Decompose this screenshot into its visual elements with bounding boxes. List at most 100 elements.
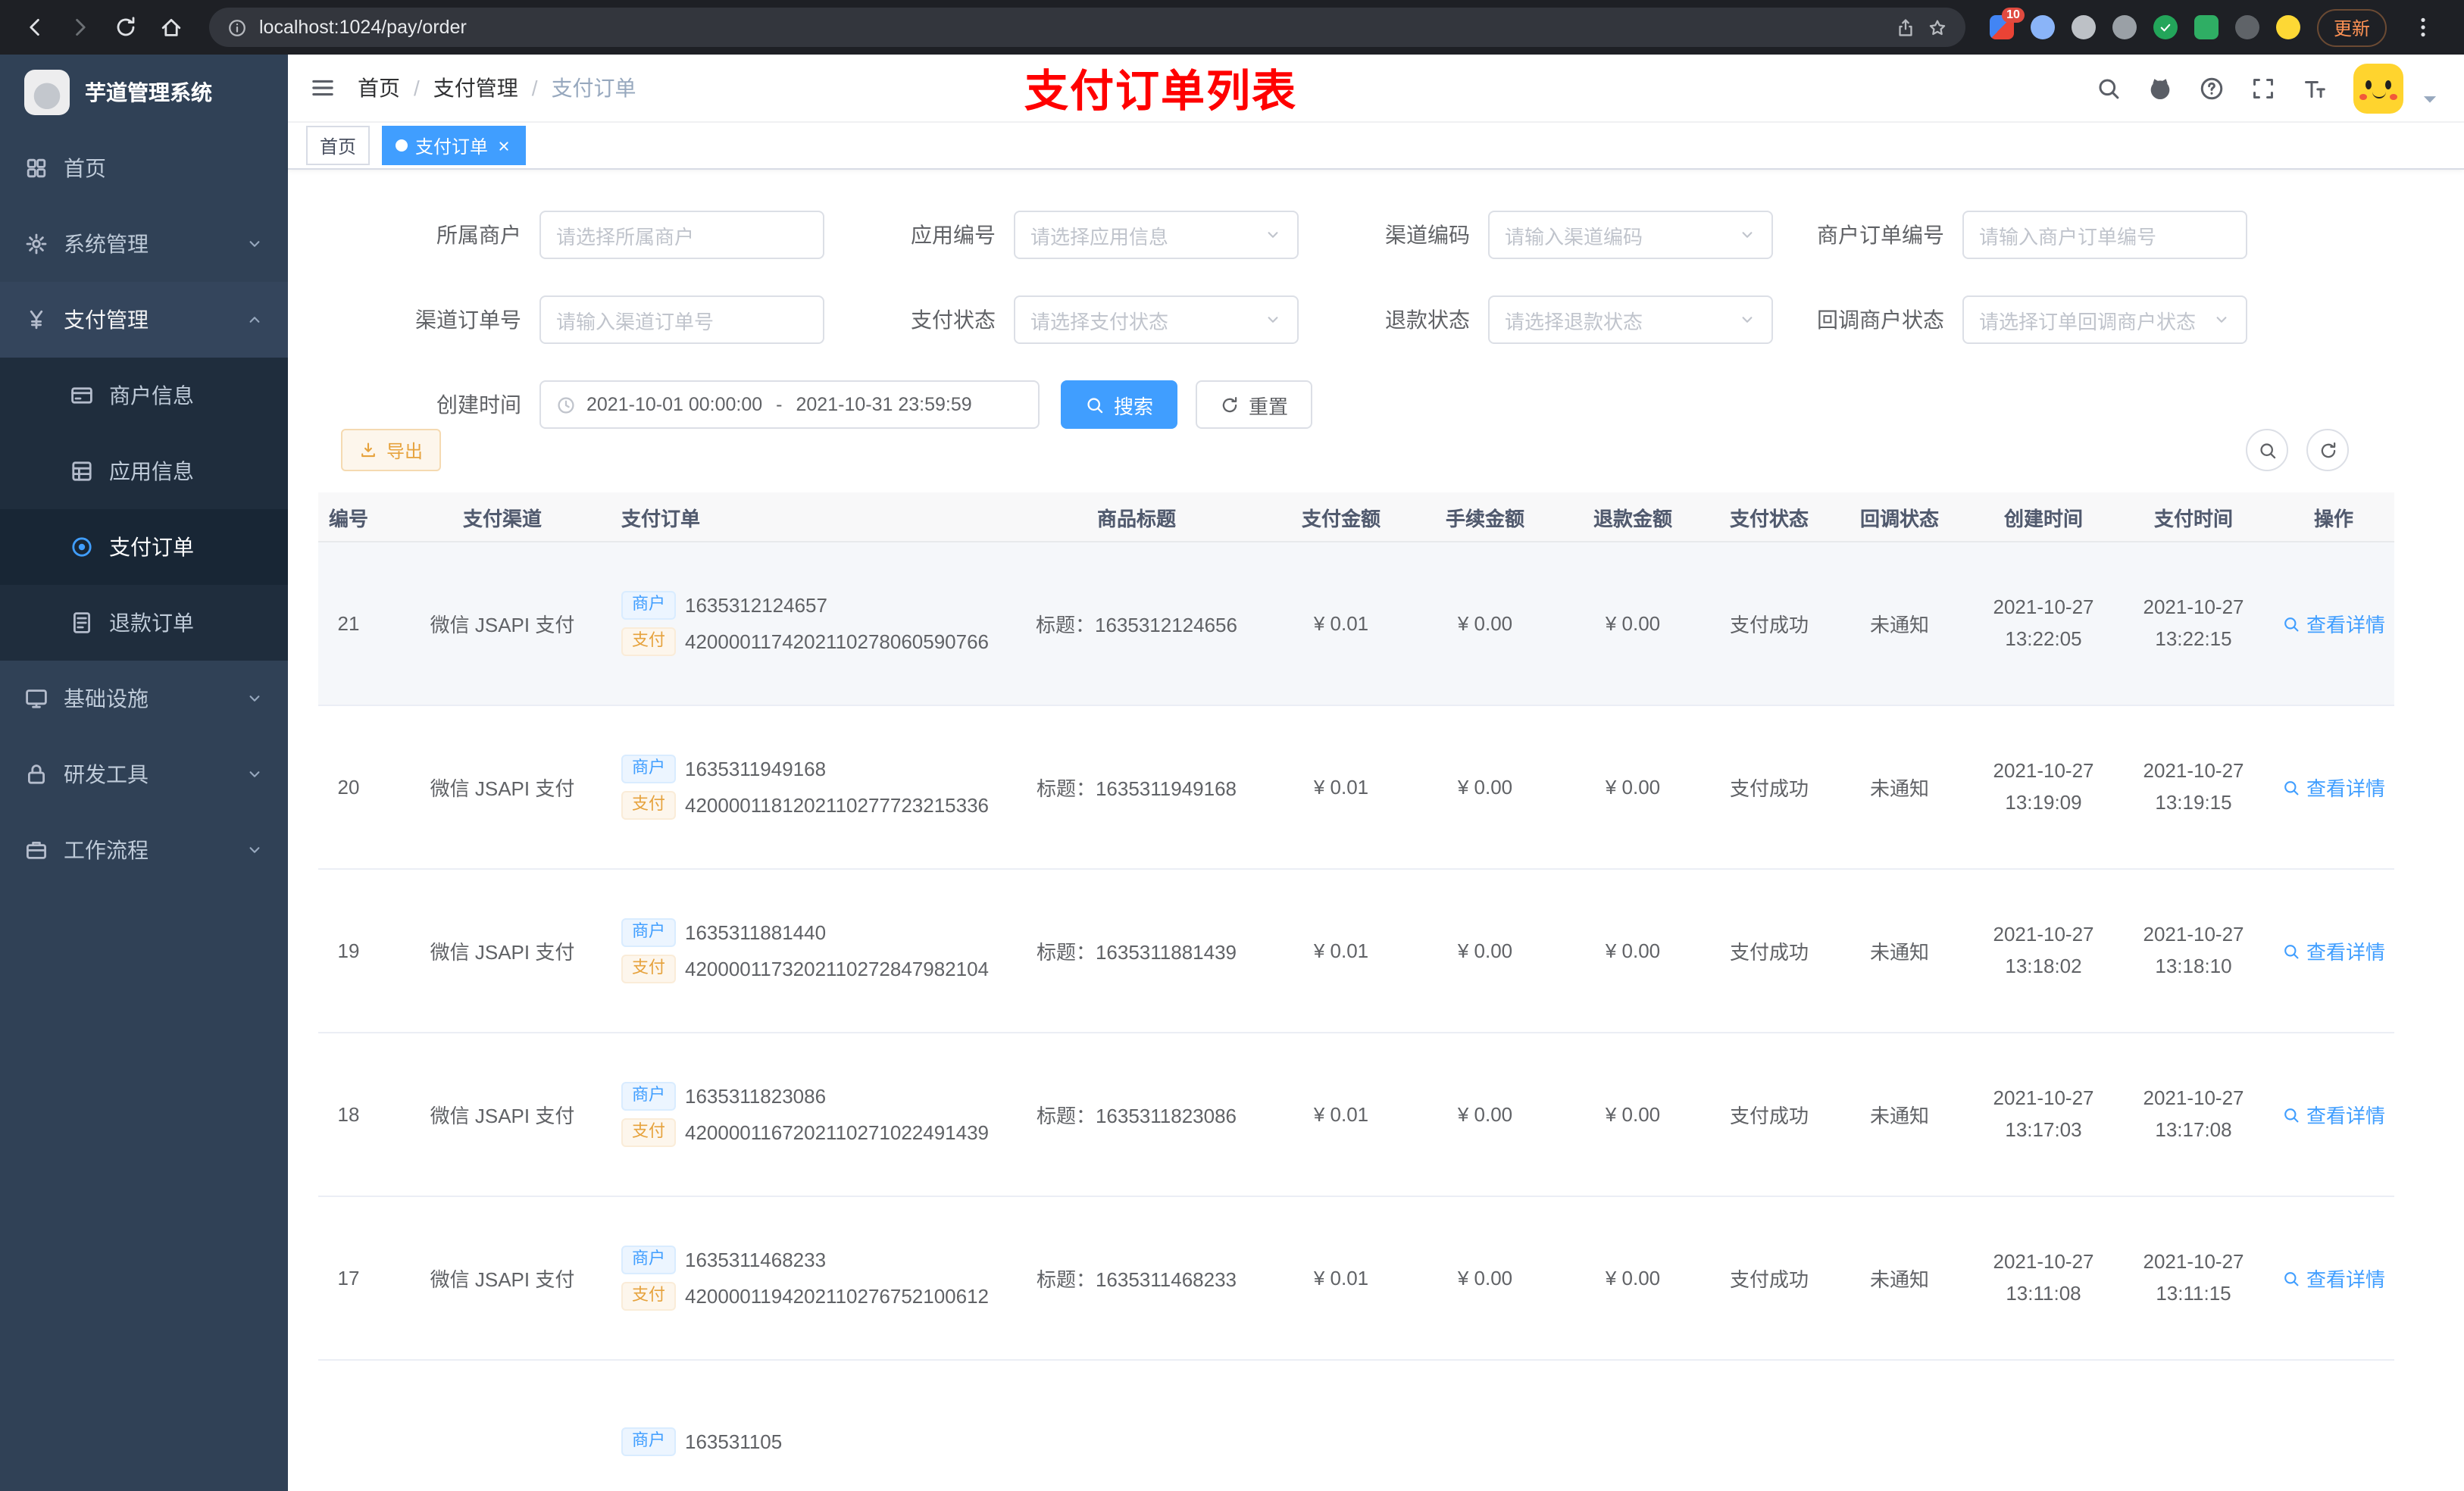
sidebar-subitem-refund-order[interactable]: 退款订单 <box>0 585 288 661</box>
chevron-up-icon <box>245 311 264 329</box>
filter-merchant: 所属商户 请选择所属商户 <box>370 211 824 259</box>
navbar: 首页 / 支付管理 / 支付订单 支付订单列表 <box>288 55 2464 123</box>
search-button[interactable]: 搜索 <box>1061 380 1178 429</box>
pay-status-select[interactable]: 请选择支付状态 <box>1014 295 1299 344</box>
refresh-table-button[interactable] <box>2306 429 2349 471</box>
extension-icon[interactable] <box>2071 15 2096 39</box>
cell-amount-text: ¥ 0.01 <box>1313 939 1369 962</box>
view-detail-link[interactable]: 查看详情 <box>2282 936 2385 965</box>
channel-order-no: 4200001173202110272847982104 <box>685 958 990 980</box>
extension-chat-icon[interactable] <box>2194 15 2219 39</box>
channel-order-line: 支付 4200001194202110276752100612 <box>621 1282 991 1311</box>
breadcrumb-item-0[interactable]: 首页 <box>358 73 400 103</box>
sidebar-item-dev-tools[interactable]: 研发工具 <box>0 736 288 812</box>
merchant-order-no: 1635311468233 <box>685 1249 827 1271</box>
search-icon <box>2282 942 2300 960</box>
sidebar-subitem-app-info[interactable]: 应用信息 <box>0 433 288 509</box>
app-window: 芋道管理系统 首页 系统管理 支付管理 商户信息 应用信息 支付订单 退款订单 基础设施 研发工… <box>0 55 2464 1491</box>
cell-channel-text: 微信 JSAPI 支付 <box>430 614 575 636</box>
browser-forward-button[interactable] <box>61 8 100 47</box>
cell-notify-text: 未通知 <box>1869 777 1929 800</box>
sidebar-item-system[interactable]: 系统管理 <box>0 206 288 282</box>
browser-home-button[interactable] <box>152 8 191 47</box>
close-icon[interactable] <box>496 137 512 154</box>
notify-status-select[interactable]: 请选择订单回调商户状态 <box>1962 295 2247 344</box>
export-button[interactable]: 导出 <box>341 429 442 471</box>
bookmark-star-icon[interactable] <box>1928 17 1947 37</box>
cell-fee <box>1409 1360 1561 1491</box>
extension-check-icon[interactable] <box>2153 15 2178 39</box>
column-header-7: 支付状态 <box>1705 492 1834 542</box>
avatar-caret-icon[interactable] <box>2417 86 2443 111</box>
font-size-icon[interactable] <box>2302 75 2328 101</box>
sidebar-item-workflow[interactable]: 工作流程 <box>0 812 288 888</box>
extension-icon[interactable] <box>2112 15 2137 39</box>
extension-icon[interactable] <box>2030 15 2055 39</box>
site-info-icon[interactable] <box>227 17 247 37</box>
browser-reload-button[interactable] <box>106 8 145 47</box>
merchant-order-no-input[interactable]: 请输入商户订单编号 <box>1962 211 2247 259</box>
cell-fee: ¥ 0.00 <box>1409 869 1561 1033</box>
merchant-input[interactable]: 请选择所属商户 <box>539 211 824 259</box>
view-detail-link[interactable]: 查看详情 <box>2282 1100 2385 1129</box>
created-time: 13:11:08 <box>2006 1281 2081 1304</box>
cell-notify: 未通知 <box>1834 1033 1965 1197</box>
chevron-down-icon <box>1264 311 1282 329</box>
channel-code-select[interactable]: 请输入渠道编码 <box>1488 211 1773 259</box>
profile-emoji-icon[interactable] <box>2275 15 2300 39</box>
browser-back-button[interactable] <box>15 8 55 47</box>
sidebar-subitem-pay-order[interactable]: 支付订单 <box>0 509 288 585</box>
placeholder-text: 请输入商户订单编号 <box>1979 225 2157 248</box>
view-detail-link[interactable]: 查看详情 <box>2282 609 2385 638</box>
sidebar-item-home[interactable]: 首页 <box>0 130 288 206</box>
share-icon[interactable] <box>1896 17 1915 37</box>
search-icon <box>2282 614 2300 633</box>
sidebar-item-infrastructure[interactable]: 基础设施 <box>0 661 288 736</box>
user-avatar[interactable] <box>2353 63 2403 113</box>
reset-button[interactable]: 重置 <box>1196 380 1313 429</box>
cell-notify: 未通知 <box>1834 542 1965 706</box>
chevron-down-icon <box>245 841 264 859</box>
tab-pay-order[interactable]: 支付订单 <box>382 126 527 165</box>
help-icon[interactable] <box>2199 75 2225 101</box>
breadcrumb-item-1[interactable]: 支付管理 <box>433 73 518 103</box>
app-logo[interactable]: 芋道管理系统 <box>0 55 288 130</box>
tab-home[interactable]: 首页 <box>306 126 371 165</box>
merchant-order-line: 商户 163531105 <box>621 1427 991 1456</box>
refund-status-select[interactable]: 请选择退款状态 <box>1488 295 1773 344</box>
channel-order-no-input[interactable]: 请输入渠道订单号 <box>539 295 824 344</box>
filter-channel-code: 渠道编码 请输入渠道编码 <box>1318 211 1773 259</box>
address-bar[interactable]: localhost:1024/pay/order <box>209 8 1965 47</box>
cell-id <box>318 1360 402 1491</box>
header-search-icon[interactable] <box>2096 75 2122 101</box>
column-header-5: 手续金额 <box>1409 492 1561 542</box>
view-detail-link[interactable]: 查看详情 <box>2282 773 2385 802</box>
channel-order-line: 支付 4200001181202110277723215336 <box>621 791 991 820</box>
cell-refund-text: ¥ 0.00 <box>1605 776 1661 799</box>
sidebar-toggle-icon[interactable] <box>309 74 336 102</box>
fullscreen-icon[interactable] <box>2250 75 2276 101</box>
channel-order-no: 4200001167202110271022491439 <box>685 1121 990 1144</box>
extension-pin-icon[interactable] <box>2234 15 2259 39</box>
date-separator: - <box>776 394 783 415</box>
app-no-select[interactable]: 请选择应用信息 <box>1014 211 1299 259</box>
cell-order: 商户 1635311468233 支付 42000011942021102767521… <box>603 1196 1000 1361</box>
cell-created: 2021-10-27 13:19:09 <box>1965 705 2122 870</box>
cell-amount <box>1273 1360 1409 1491</box>
cell-action: 查看详情 <box>2265 542 2394 706</box>
cell-channel-text: 微信 JSAPI 支付 <box>430 1268 575 1291</box>
extension-icon[interactable]: 10 <box>1989 8 2025 39</box>
browser-update-button[interactable]: 更新 <box>2316 8 2387 46</box>
toggle-search-button[interactable] <box>2246 429 2288 471</box>
paid-time: 13:19:15 <box>2155 790 2232 813</box>
filter-pay-status: 支付状态 请选择支付状态 <box>844 295 1299 344</box>
filter-label: 渠道订单号 <box>415 308 521 332</box>
github-icon[interactable] <box>2147 75 2173 101</box>
create-time-range-input[interactable]: 2021-10-01 00:00:00 - 2021-10-31 23:59:5… <box>539 380 1040 429</box>
cell-order: 商户 1635311881440 支付 42000011732021102728479… <box>603 869 1000 1033</box>
sidebar-item-payment[interactable]: 支付管理 <box>0 282 288 358</box>
cell-title <box>1000 1360 1273 1491</box>
browser-menu-button[interactable] <box>2403 8 2443 47</box>
view-detail-link[interactable]: 查看详情 <box>2282 1264 2385 1293</box>
sidebar-subitem-merchant-info[interactable]: 商户信息 <box>0 358 288 433</box>
